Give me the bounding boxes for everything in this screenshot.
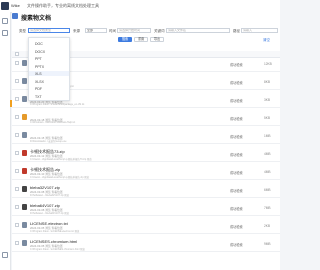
file-icon	[22, 132, 27, 138]
dropdown-option-pptx[interactable]: PPTX	[35, 65, 44, 69]
status-text: 成功检索	[230, 135, 243, 139]
file-path: C:\Windows\...\Microsoft-Windows-Help.tx…	[30, 121, 76, 124]
file-size: 1MB	[264, 134, 271, 138]
table-row[interactable]: LICENSE.electron.txt 2024-03-05 浏览 查看位置 C:…	[12, 220, 280, 234]
row-checkbox[interactable]	[15, 97, 19, 101]
dropdown-option-ppt[interactable]: PPT	[35, 57, 42, 61]
source-label: 来源	[73, 29, 80, 33]
file-path: C:\Users\...\AppData\Local\Temp\卡顿技术报告.z…	[30, 176, 89, 179]
dropdown-option-txt[interactable]: TXT	[35, 95, 42, 99]
row-checkbox[interactable]	[15, 241, 19, 245]
file-path: C:\Program Files\...\LICENSE.electron.tx…	[30, 230, 80, 233]
row-checkbox[interactable]	[15, 115, 19, 119]
table-row[interactable]: bleba64V107.zip 2024-03-08 浏览 查看位置 D:\Soft…	[12, 202, 280, 216]
file-size: 12KB	[264, 62, 272, 66]
file-size: 2KB	[264, 224, 271, 228]
file-icon	[22, 222, 27, 228]
file-icon	[22, 186, 27, 192]
dropdown-option-doc[interactable]: DOC	[35, 42, 43, 46]
path-label: 路径	[233, 29, 240, 33]
row-checkbox[interactable]	[15, 187, 19, 191]
path-input[interactable]: 请输入	[241, 28, 278, 33]
reset-button[interactable]: 重置	[134, 37, 148, 42]
export-button[interactable]: 导出	[150, 37, 164, 42]
table-row[interactable]: bleba32V107.zip 2024-03-08 浏览 查看位置 D:\Soft…	[12, 184, 280, 198]
file-path: D:\Software\...\bleba64V107.zip 预览	[30, 212, 70, 215]
row-checkbox[interactable]	[15, 169, 19, 173]
row-marker	[10, 100, 12, 107]
status-text: 成功检索	[230, 63, 243, 67]
file-path: C:\Users\...\AppData\Local\Temp\卡顿技术报告73…	[30, 158, 92, 161]
row-checkbox[interactable]	[15, 61, 19, 65]
sidebar-settings-icon[interactable]	[2, 252, 8, 258]
file-icon	[22, 240, 27, 246]
dropdown-option-pdf[interactable]: PDF	[35, 87, 42, 91]
sidebar-folder-icon[interactable]	[2, 30, 8, 36]
page-title: 搜素物文档	[21, 16, 52, 22]
file-size: 4MB	[264, 170, 271, 174]
file-icon	[22, 114, 27, 120]
file-path: D:\Downloads\...\安装包\setup.exe	[30, 140, 67, 143]
table-row[interactable]: 2024-03-18 浏览 查看位置 C:\Windows\...\Microso…	[12, 112, 280, 126]
clear-link[interactable]: 清空	[263, 38, 270, 43]
table-row[interactable]: 2024-03-15 浏览 查看位置 D:\Downloads\...\安装包\s…	[12, 130, 280, 144]
status-text: 成功检索	[230, 243, 243, 247]
row-checkbox[interactable]	[15, 205, 19, 209]
row-checkbox[interactable]	[15, 151, 19, 155]
dropdown-option-xlsx[interactable]: XLSX	[35, 80, 44, 84]
status-text: 成功检索	[230, 99, 243, 103]
file-size: 3KB	[264, 98, 271, 102]
type-dropdown-menu: DOC DOCX PPT PPTX XLS XLSX PDF TXT	[28, 37, 70, 101]
file-icon	[22, 60, 27, 66]
dropdown-option-xls[interactable]: XLS	[35, 72, 42, 76]
keyword-label: 关键词	[154, 29, 165, 33]
type-label: 类型	[19, 29, 26, 33]
type-select[interactable]: 请选择文档类型	[28, 28, 70, 33]
file-size: 6MB	[264, 188, 271, 192]
sidebar	[0, 12, 11, 270]
file-path: D:\Software\...\bleba32V107.zip 预览	[30, 194, 70, 197]
status-text: 成功检索	[230, 117, 243, 121]
file-icon	[22, 150, 27, 156]
file-size: 8KB	[264, 80, 271, 84]
file-icon	[22, 78, 27, 84]
app-subtitle: 文件操作助手，专业的离线文档处理工具	[27, 3, 99, 8]
file-icon	[22, 96, 27, 102]
file-path: C:\Program Files\...\PowerShell\package_…	[30, 103, 85, 106]
table-row[interactable]: LICENSES.chromium.html 2024-03-05 浏览 查看位置…	[12, 238, 280, 252]
search-button[interactable]: 搜索	[118, 37, 132, 42]
date-picker[interactable]: 请选择开始时间	[117, 28, 151, 33]
status-text: 成功检索	[230, 153, 243, 157]
document-icon	[12, 13, 18, 19]
table-row[interactable]: 卡顿技术报告73.zip 2024-03-12 浏览 查看位置 C:\Users\.…	[12, 148, 280, 162]
row-checkbox[interactable]	[15, 223, 19, 227]
file-size: 9MB	[264, 242, 271, 246]
source-select[interactable]: 全部	[85, 28, 107, 33]
row-checkbox[interactable]	[15, 133, 19, 137]
status-text: 成功检索	[230, 171, 243, 175]
status-text: 成功检索	[230, 225, 243, 229]
status-text: 成功检索	[230, 207, 243, 211]
file-path: C:\Program Files\...\LICENSES.chromium.h…	[30, 248, 85, 251]
row-checkbox[interactable]	[15, 79, 19, 83]
app-name: Wike	[11, 3, 20, 8]
file-size: 4MB	[264, 152, 271, 156]
file-size: 7MB	[264, 206, 271, 210]
file-icon	[22, 168, 27, 174]
table-row[interactable]: 卡顿技术报告.zip 2024-03-10 浏览 查看位置 C:\Users\...…	[12, 166, 280, 180]
sidebar-search-icon[interactable]	[2, 18, 8, 24]
keyword-input[interactable]: 请输入文件名	[166, 28, 230, 33]
file-size: 5KB	[264, 116, 271, 120]
file-icon	[22, 204, 27, 210]
date-label: 时间	[109, 29, 116, 33]
status-text: 成功检索	[230, 81, 243, 85]
app-logo-icon	[1, 2, 9, 10]
select-all-checkbox[interactable]	[15, 52, 19, 56]
status-text: 成功检索	[230, 189, 243, 193]
dropdown-option-docx[interactable]: DOCX	[35, 50, 45, 54]
